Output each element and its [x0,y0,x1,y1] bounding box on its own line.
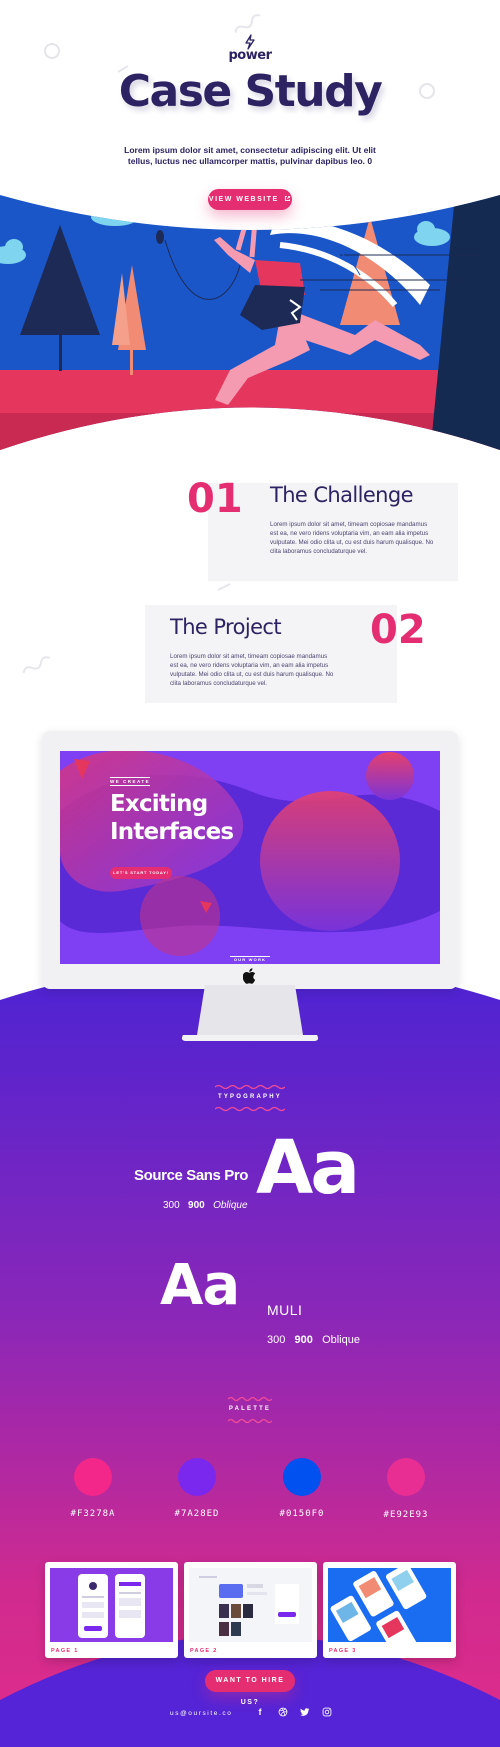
facebook-icon[interactable]: f [253,1705,267,1719]
page-card-1[interactable]: PAGE 1 [45,1562,178,1658]
section-title: The Challenge [270,483,414,507]
color-swatch[interactable] [387,1458,425,1496]
page-card-label: PAGE 1 [51,1648,79,1654]
color-hex: #7A28ED [174,1509,220,1519]
color-swatch[interactable] [283,1458,321,1496]
color-swatch[interactable] [178,1458,216,1496]
dribbble-icon[interactable] [276,1705,290,1719]
page-card-2[interactable]: PAGE 2 [184,1562,317,1658]
typography-label: TYPOGRAPHY [217,1094,282,1100]
font1-name: Source Sans Pro [134,1167,249,1184]
color-hex: #F3278A [70,1509,116,1519]
page-thumbnail [189,1568,312,1642]
screen-headline-line1: Exciting [110,791,208,817]
section-number: 01 [187,476,243,522]
page-thumbnail [328,1568,451,1642]
screen-our-work-label: OUR WORK [230,956,270,962]
runner-illustration [0,195,500,450]
screen-headline-line2: Interfaces [110,819,234,845]
screen-eyebrow: WE CREATE [110,777,151,786]
instagram-icon[interactable] [320,1705,334,1719]
hire-us-button[interactable]: WANT TO HIRE US? [205,1670,295,1706]
font1-weights: 300 900 Oblique [163,1200,248,1211]
weight-bold: 900 [294,1334,313,1346]
color-hex: #0150F0 [279,1509,325,1519]
apple-logo-icon [242,968,257,984]
weight-light: 300 [163,1200,180,1211]
weight-oblique: Oblique [322,1334,360,1346]
page-card-label: PAGE 2 [190,1648,218,1654]
section-title: The Project [170,615,282,639]
page-thumbnail [50,1568,173,1642]
palette-wave-top [228,1396,272,1402]
palette-label: PALETTE [228,1406,272,1412]
typography-wave-bottom [215,1106,285,1112]
weight-oblique: Oblique [213,1200,248,1211]
logo-text: power [228,48,272,63]
font2-sample: Aa [160,1253,240,1318]
page-card-3[interactable]: PAGE 3 [323,1562,456,1658]
brand-logo[interactable]: power [0,34,500,63]
footer-email[interactable]: us@oursite.co [170,1710,232,1717]
section-body: Lorem ipsum dolor sit amet, timeam copio… [270,521,434,555]
monitor-stand [181,985,319,1041]
font1-sample: Aa [256,1125,360,1211]
weight-bold: 900 [188,1200,205,1211]
hero-description: Lorem ipsum dolor sit amet, consectetur … [124,145,376,166]
hero-title: Case Study [118,66,383,117]
page-card-label: PAGE 3 [329,1648,357,1654]
font2-name: MULI [267,1302,303,1318]
screen-cta-button[interactable]: LET'S START TODAY! [110,867,172,879]
font2-weights: 300 900 Oblique [267,1334,360,1346]
twitter-icon[interactable] [298,1705,312,1719]
section-number: 02 [370,607,426,653]
color-swatch[interactable] [74,1458,112,1496]
typography-wave-top [215,1084,285,1090]
palette-wave-bottom [228,1418,272,1424]
monitor-screen: WE CREATE Exciting Interfaces LET'S STAR… [60,751,440,964]
section-body: Lorem ipsum dolor sit amet, timeam copio… [170,653,334,687]
color-hex: #E92E93 [383,1510,429,1520]
weight-light: 300 [267,1334,286,1346]
